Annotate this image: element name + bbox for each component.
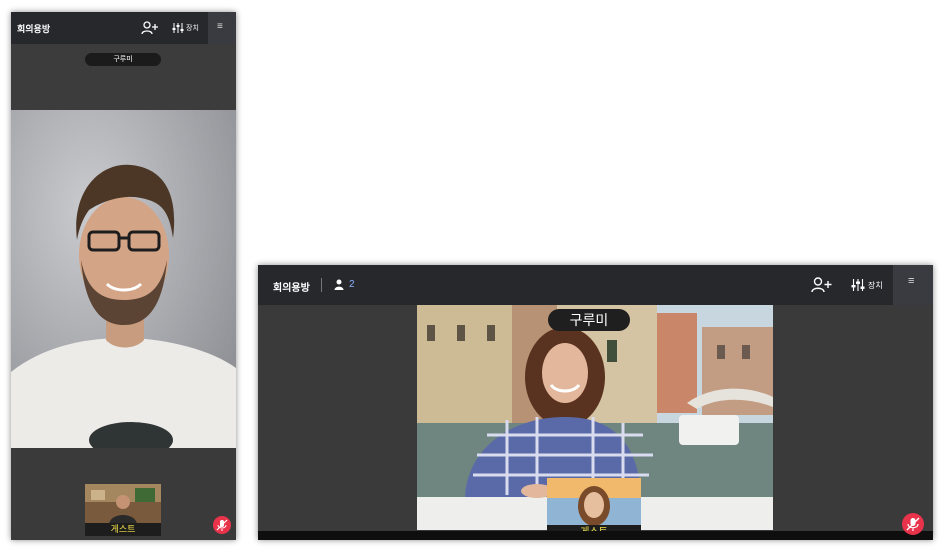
mute-toggle-button[interactable]: [213, 516, 231, 534]
add-user-icon[interactable]: [141, 21, 159, 35]
mobile-meeting-window: 회의용방 장치 ≡ 구루미 게스트: [11, 12, 236, 540]
devices-button-label[interactable]: 장치: [868, 280, 883, 291]
menu-icon: ≡: [908, 275, 915, 287]
desktop-header: 회의용방 2 장치 ≡: [258, 265, 933, 305]
desktop-meeting-window: 회의용방 2 장치 ≡ 구루미: [258, 265, 933, 540]
self-view[interactable]: 게스트: [85, 484, 161, 536]
bottom-bar: [258, 531, 933, 540]
participant-name-pill: 구루미: [85, 53, 161, 66]
devices-button-label[interactable]: 장치: [186, 23, 199, 33]
header-divider: [321, 278, 322, 292]
menu-button[interactable]: ≡: [893, 265, 933, 305]
mic-muted-icon: [216, 519, 228, 531]
device-settings-icon[interactable]: [851, 278, 865, 292]
participant-name-pill: 구루미: [548, 309, 630, 331]
menu-icon: ≡: [217, 21, 223, 32]
device-settings-icon[interactable]: [172, 22, 184, 34]
room-title: 회의용방: [273, 283, 310, 294]
menu-button[interactable]: ≡: [208, 12, 236, 44]
mute-toggle-button[interactable]: [902, 513, 924, 535]
person-icon[interactable]: [334, 279, 344, 290]
self-view-label: 게스트: [85, 523, 161, 536]
room-title: 회의용방: [17, 24, 51, 34]
mic-muted-icon: [906, 517, 920, 531]
mobile-header: 회의용방 장치 ≡: [11, 12, 236, 44]
participant-count[interactable]: 2: [349, 279, 355, 290]
remote-video: [11, 110, 236, 448]
add-user-icon[interactable]: [811, 277, 833, 293]
